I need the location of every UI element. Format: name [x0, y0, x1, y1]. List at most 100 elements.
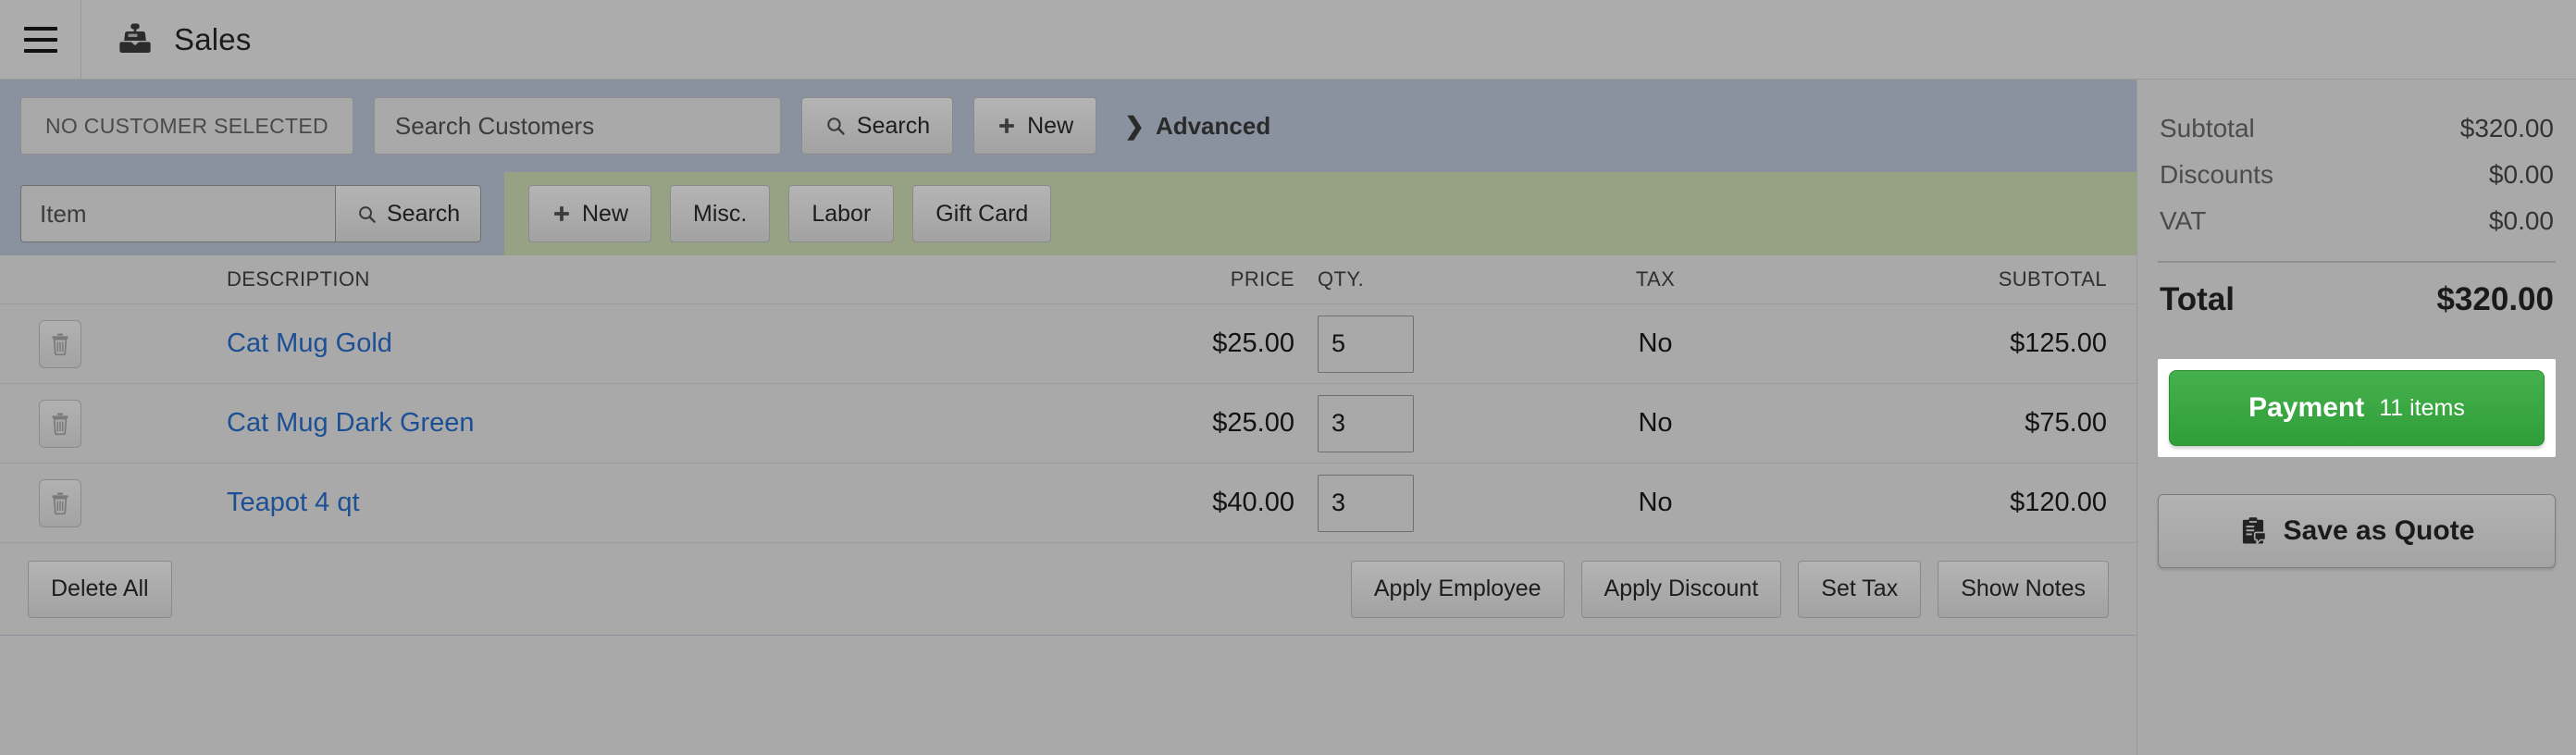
- customer-search-input[interactable]: [373, 97, 781, 155]
- vat-row: VAT $0.00: [2158, 198, 2556, 244]
- row-tax: No: [1638, 488, 1673, 517]
- discounts-label: Discounts: [2160, 160, 2273, 189]
- page-title: Sales: [174, 21, 252, 56]
- footer-right-actions: Apply Employee Apply Discount Set Tax Sh…: [1350, 560, 2109, 618]
- body-split: NO CUSTOMER SELECTED Search New: [0, 80, 2576, 755]
- row-description-cell: Cat Mug Dark Green: [120, 408, 1100, 439]
- discounts-value: $0.00: [2488, 160, 2554, 189]
- title-zone: Sales: [81, 21, 252, 58]
- row-qty-cell: [1294, 474, 1480, 532]
- payment-item-count: 11 items: [2379, 394, 2465, 421]
- delete-row-button[interactable]: [39, 319, 81, 368]
- apply-employee-button[interactable]: Apply Employee: [1350, 560, 1565, 618]
- item-link[interactable]: Teapot 4 qt: [227, 488, 360, 517]
- header-description: DESCRIPTION: [227, 267, 370, 291]
- trash-icon: [52, 333, 68, 355]
- table-row: Teapot 4 qt $40.00 No $120.00: [0, 463, 2136, 542]
- row-description-cell: Cat Mug Gold: [120, 328, 1100, 359]
- payment-button[interactable]: Payment 11 items: [2169, 370, 2545, 446]
- row-price: $25.00: [1212, 328, 1294, 358]
- table-footer-actions: Delete All Apply Employee Apply Discount…: [0, 542, 2136, 635]
- top-bar: Sales: [0, 0, 2576, 80]
- item-link[interactable]: Cat Mug Dark Green: [227, 408, 475, 438]
- left-pane: NO CUSTOMER SELECTED Search New: [0, 80, 2137, 755]
- item-actions: New Misc. Labor Gift Card: [504, 172, 2136, 255]
- advanced-toggle-label: Advanced: [1155, 111, 1271, 140]
- customer-new-button-label: New: [1027, 112, 1074, 139]
- customer-search-button-label: Search: [856, 112, 931, 139]
- table-empty-space: [0, 635, 2136, 755]
- qty-input[interactable]: [1318, 394, 1414, 452]
- customer-search-button[interactable]: Search: [800, 97, 954, 155]
- subtotal-value: $320.00: [2459, 114, 2554, 142]
- order-summary-panel: Subtotal $320.00 Discounts $0.00 VAT $0.…: [2137, 80, 2576, 755]
- item-bar: Search New Misc. Labor Gift Card: [0, 172, 2136, 255]
- header-subtotal: SUBTOTAL: [1998, 267, 2107, 291]
- sales-screen: Sales NO CUSTOMER SELECTED Search Custom…: [0, 0, 2576, 755]
- totals-divider: [2158, 261, 2556, 263]
- item-new-button[interactable]: New: [528, 185, 652, 242]
- row-description-cell: Teapot 4 qt: [120, 488, 1100, 518]
- item-gift-card-button[interactable]: Gift Card: [912, 185, 1052, 242]
- item-new-button-label: New: [582, 200, 629, 227]
- item-search-zone: Search: [0, 172, 504, 255]
- item-link[interactable]: Cat Mug Gold: [227, 328, 392, 358]
- qty-input[interactable]: [1318, 315, 1414, 373]
- item-search-group: Search: [20, 185, 482, 242]
- hamburger-menu-icon[interactable]: [0, 0, 81, 80]
- row-qty-cell: [1294, 394, 1480, 452]
- row-tax: No: [1638, 408, 1673, 438]
- delete-row-button[interactable]: [39, 478, 81, 527]
- item-search-input[interactable]: [20, 185, 335, 242]
- cash-register-icon: [119, 23, 151, 53]
- row-qty-cell: [1294, 315, 1480, 373]
- total-value: $320.00: [2436, 281, 2554, 317]
- show-notes-button[interactable]: Show Notes: [1938, 560, 2109, 618]
- row-subtotal: $75.00: [2025, 408, 2107, 438]
- save-as-quote-button[interactable]: Save as Quote: [2158, 494, 2556, 568]
- payment-button-focus-ring: Payment 11 items: [2158, 359, 2556, 457]
- item-labor-button[interactable]: Labor: [788, 185, 895, 242]
- trash-icon: [52, 492, 68, 514]
- row-tax: No: [1638, 328, 1673, 358]
- discounts-row: Discounts $0.00: [2158, 152, 2556, 198]
- table-row: Cat Mug Gold $25.00 No $125.00: [0, 303, 2136, 383]
- customer-new-button[interactable]: New: [973, 97, 1097, 155]
- vat-value: $0.00: [2488, 206, 2554, 235]
- header-qty: QTY.: [1318, 267, 1365, 291]
- advanced-toggle[interactable]: ❯ Advanced: [1117, 112, 1270, 141]
- item-misc-button[interactable]: Misc.: [670, 185, 771, 242]
- total-row: Total $320.00: [2158, 270, 2556, 324]
- payment-button-label: Payment: [2248, 392, 2365, 423]
- apply-discount-button[interactable]: Apply Discount: [1580, 560, 1782, 618]
- header-tax: TAX: [1635, 267, 1676, 291]
- chevron-right-icon: ❯: [1124, 111, 1145, 140]
- set-tax-button[interactable]: Set Tax: [1798, 560, 1922, 618]
- clipboard-quote-icon: [2242, 517, 2266, 546]
- qty-input[interactable]: [1318, 474, 1414, 532]
- trash-icon: [52, 413, 68, 435]
- customer-bar: NO CUSTOMER SELECTED Search New: [0, 80, 2136, 172]
- subtotal-row: Subtotal $320.00: [2158, 105, 2556, 152]
- row-delete-cell: [0, 399, 120, 448]
- header-price: PRICE: [1230, 267, 1294, 291]
- save-as-quote-label: Save as Quote: [2283, 515, 2475, 546]
- row-delete-cell: [0, 319, 120, 368]
- delete-all-button[interactable]: Delete All: [28, 560, 172, 618]
- search-icon: [827, 118, 845, 135]
- table-header-row: DESCRIPTION PRICE QTY. TAX SUBTOTAL: [0, 255, 2136, 303]
- hamburger-bar: [23, 48, 57, 53]
- delete-row-button[interactable]: [39, 399, 81, 448]
- row-price: $25.00: [1212, 408, 1294, 438]
- line-items-table: DESCRIPTION PRICE QTY. TAX SUBTOTAL Cat …: [0, 255, 2136, 755]
- item-search-button-label: Search: [387, 200, 461, 227]
- table-row: Cat Mug Dark Green $25.00 No $75.00: [0, 383, 2136, 463]
- item-search-button[interactable]: Search: [335, 185, 482, 242]
- search-icon: [359, 205, 376, 223]
- totals-list: Subtotal $320.00 Discounts $0.00 VAT $0.…: [2158, 80, 2556, 324]
- customer-status-chip[interactable]: NO CUSTOMER SELECTED: [20, 97, 353, 155]
- hamburger-bar: [23, 26, 57, 31]
- total-label: Total: [2160, 281, 2235, 317]
- hamburger-bar: [23, 37, 57, 42]
- subtotal-label: Subtotal: [2160, 114, 2255, 142]
